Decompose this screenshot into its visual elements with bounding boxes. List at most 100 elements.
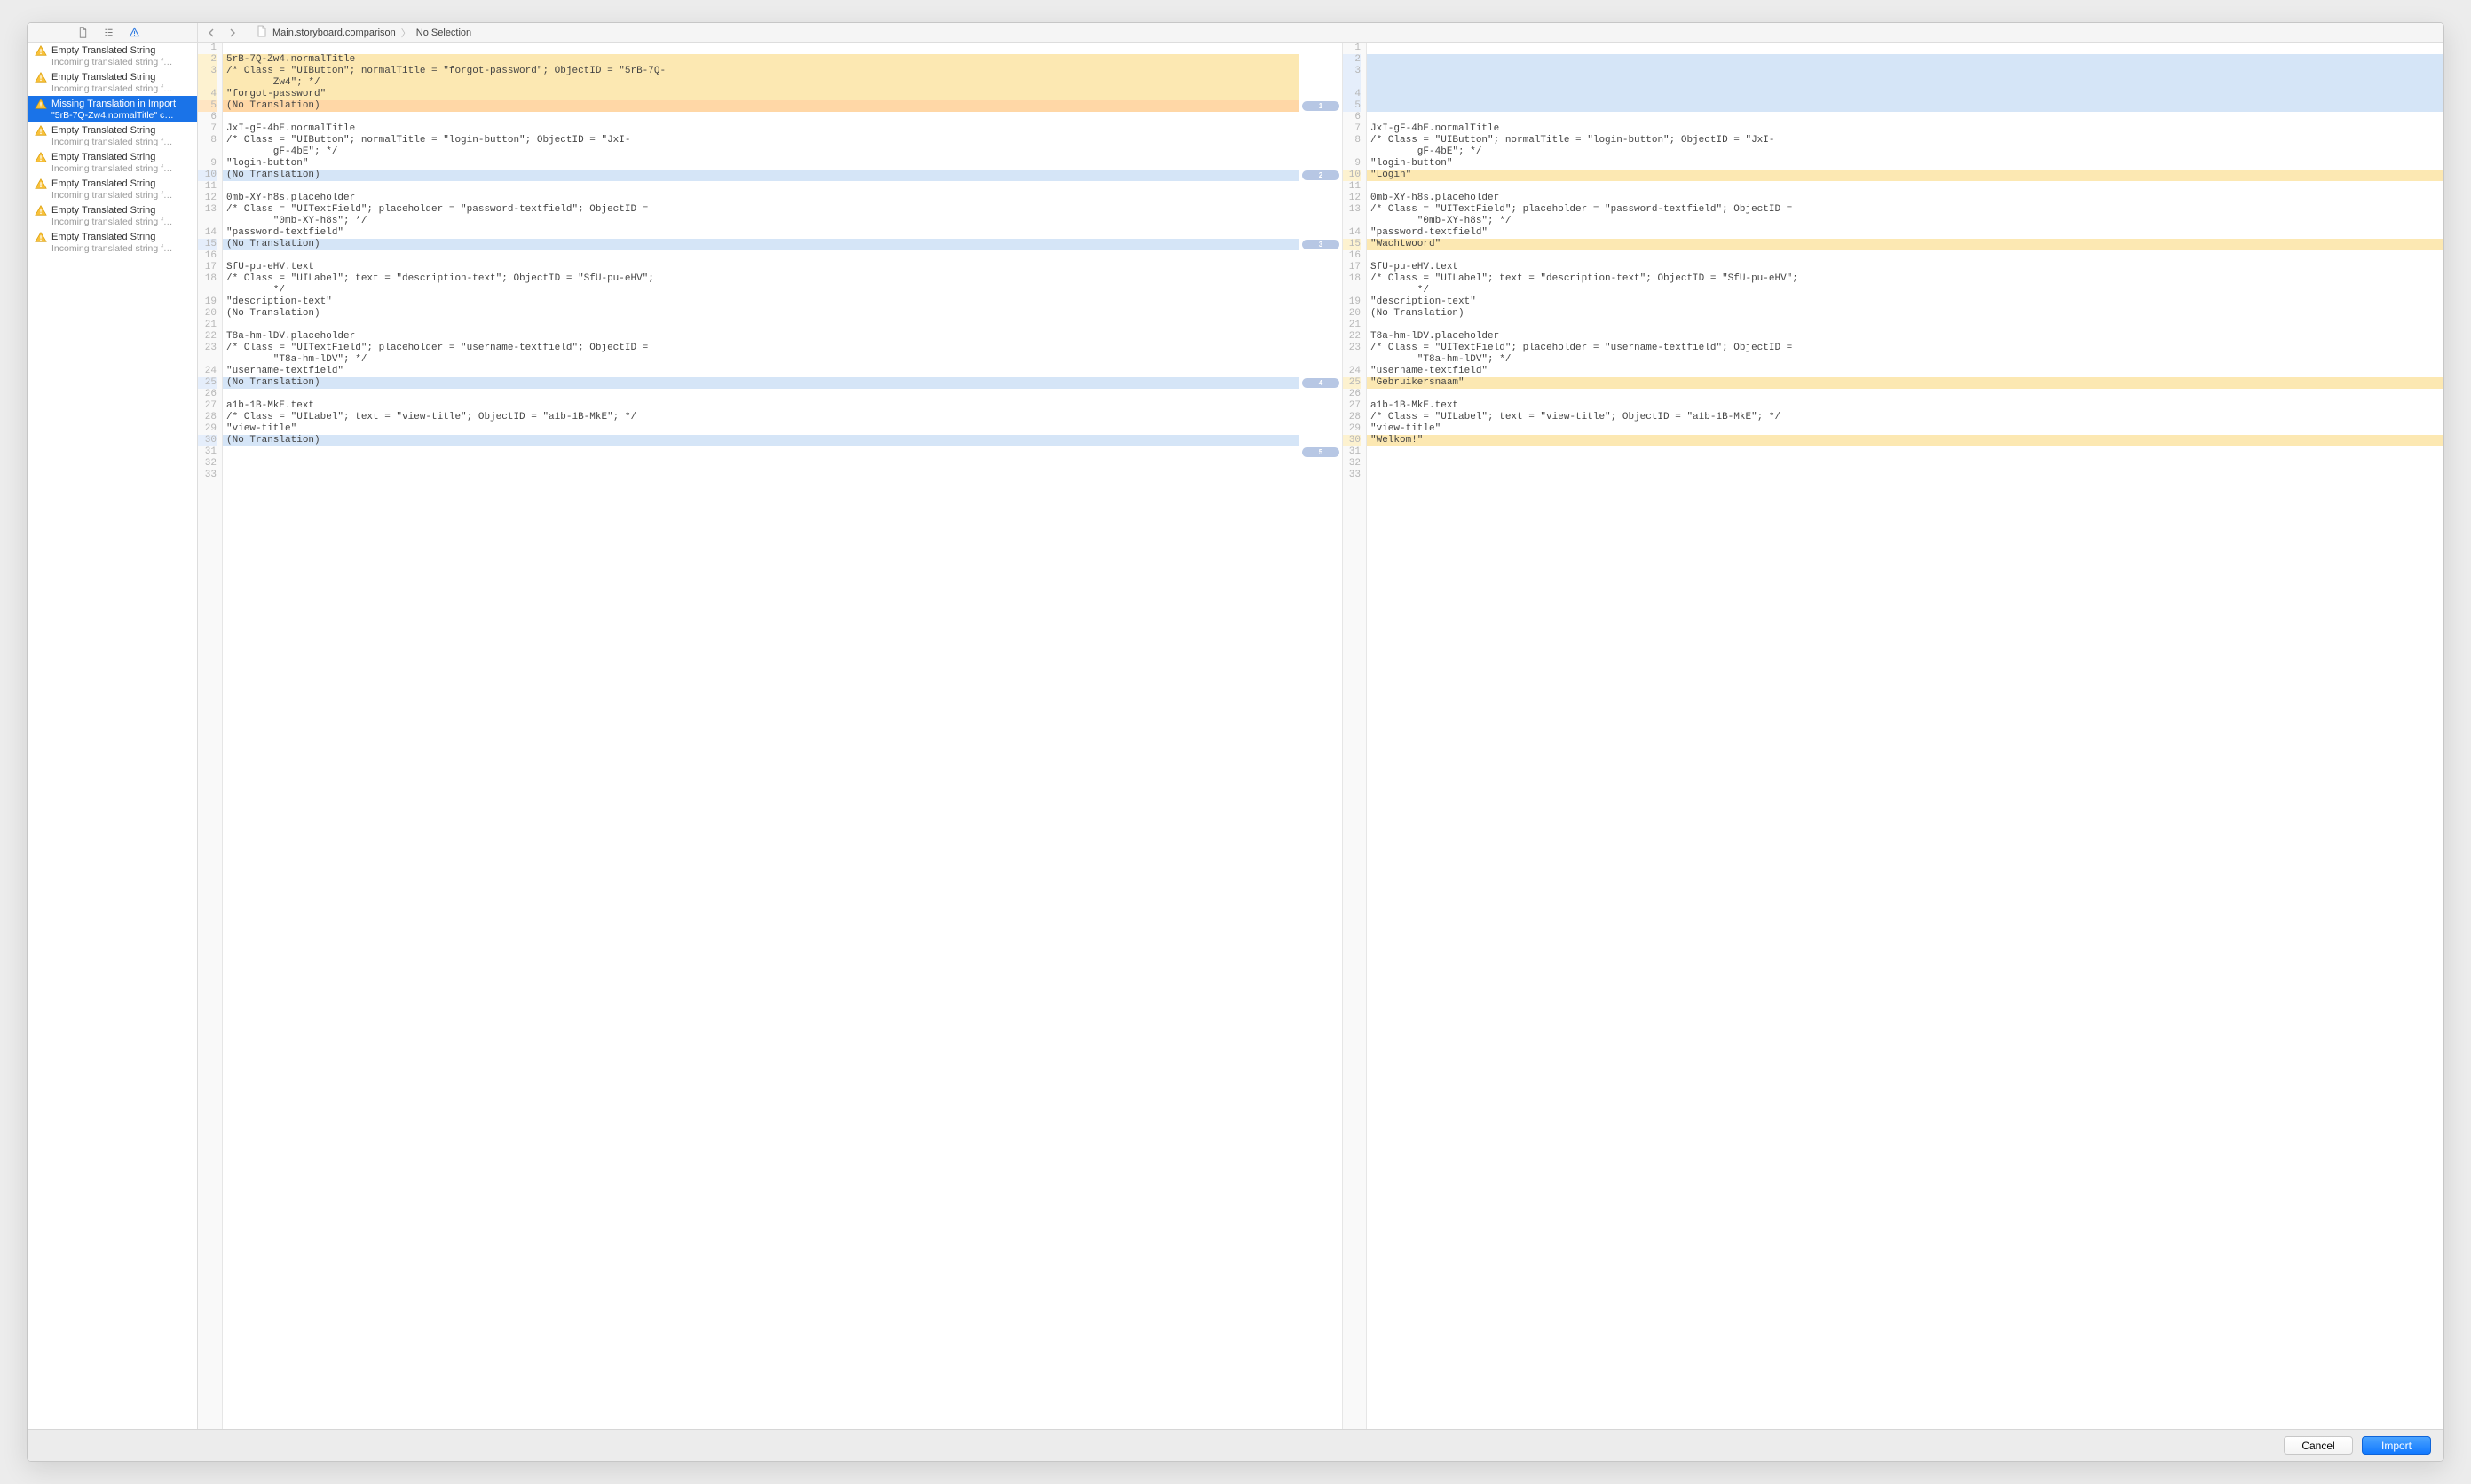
document-icon: [257, 25, 267, 40]
code-line: T8a-hm-lDV.placeholder: [223, 331, 1299, 343]
code-line: "forgot-password": [223, 89, 1299, 100]
issue-item[interactable]: Missing Translation in Import"5rB-7Q-Zw4…: [28, 96, 197, 122]
issues-list: Empty Translated StringIncoming translat…: [28, 43, 197, 1429]
code-line: [1367, 43, 2443, 54]
code-line: [223, 43, 1299, 54]
issue-item[interactable]: Empty Translated StringIncoming translat…: [28, 176, 197, 202]
issues-filter-icon[interactable]: [129, 27, 140, 38]
code-line: /* Class = "UILabel"; text = "view-title…: [1367, 412, 2443, 423]
code-line: [1367, 320, 2443, 331]
code-line: SfU-pu-eHV.text: [1367, 262, 2443, 273]
code-line: "login-button": [223, 158, 1299, 170]
line-number: 26: [1343, 389, 1361, 400]
file-icon[interactable]: [77, 27, 89, 38]
diff-pill[interactable]: 1: [1302, 101, 1339, 111]
issue-item[interactable]: Empty Translated StringIncoming translat…: [28, 43, 197, 69]
code-line: "0mb-XY-h8s"; */: [1367, 216, 2443, 227]
code-line: /* Class = "UITextField"; placeholder = …: [223, 204, 1299, 216]
line-number: 9: [1343, 158, 1361, 170]
issue-title: Empty Translated String: [51, 178, 155, 189]
line-number: [198, 285, 217, 296]
code-line: /* Class = "UILabel"; text = "descriptio…: [1367, 273, 2443, 285]
issue-subtitle: "5rB-7Q-Zw4.normalTitle" c…: [35, 110, 192, 121]
issue-subtitle: Incoming translated string f…: [35, 243, 192, 254]
right-gutter: 1234567891011121314151617181920212223242…: [1342, 43, 1367, 1429]
line-number: 33: [198, 470, 217, 481]
issue-title: Empty Translated String: [51, 72, 155, 83]
code-line: "T8a-hm-lDV"; */: [1367, 354, 2443, 366]
diff-pill[interactable]: 2: [1302, 170, 1339, 180]
code-line: /* Class = "UIButton"; normalTitle = "lo…: [223, 135, 1299, 146]
code-line: [1367, 389, 2443, 400]
line-number: 15: [198, 239, 217, 250]
issue-item[interactable]: Empty Translated StringIncoming translat…: [28, 149, 197, 176]
right-pane: 1234567891011121314151617181920212223242…: [1342, 43, 2443, 1429]
code-line: [223, 389, 1299, 400]
line-number: 24: [1343, 366, 1361, 377]
line-number: 22: [1343, 331, 1361, 343]
line-number: 31: [1343, 446, 1361, 458]
diff-pill[interactable]: 3: [1302, 240, 1339, 249]
code-line: [1367, 446, 2443, 458]
line-number: [1343, 216, 1361, 227]
issue-item[interactable]: Empty Translated StringIncoming translat…: [28, 202, 197, 229]
code-line: "password-textfield": [1367, 227, 2443, 239]
code-line: "0mb-XY-h8s"; */: [223, 216, 1299, 227]
line-number: 13: [1343, 204, 1361, 216]
line-number: 11: [198, 181, 217, 193]
line-number: 21: [198, 320, 217, 331]
line-number: 23: [198, 343, 217, 354]
code-line: */: [223, 285, 1299, 296]
code-line: (No Translation): [223, 100, 1299, 112]
code-line: [1367, 54, 2443, 66]
code-line: JxI-gF-4bE.normalTitle: [1367, 123, 2443, 135]
code-line: "login-button": [1367, 158, 2443, 170]
nav-back-button[interactable]: [205, 26, 219, 40]
code-line: [1367, 89, 2443, 100]
issue-item[interactable]: Empty Translated StringIncoming translat…: [28, 229, 197, 256]
line-number: 32: [198, 458, 217, 470]
comparison-window: Empty Translated StringIncoming translat…: [27, 22, 2444, 1462]
code-line: /* Class = "UITextField"; placeholder = …: [1367, 343, 2443, 354]
cancel-button[interactable]: Cancel: [2284, 1436, 2353, 1455]
code-line: "view-title": [223, 423, 1299, 435]
code-line: "view-title": [1367, 423, 2443, 435]
left-pane: 1234567891011121314151617181920212223242…: [198, 43, 1299, 1429]
line-number: 12: [198, 193, 217, 204]
line-number: 18: [198, 273, 217, 285]
line-number: [1343, 146, 1361, 158]
line-number: 20: [198, 308, 217, 320]
line-number: 14: [198, 227, 217, 239]
diff-pill[interactable]: 5: [1302, 447, 1339, 457]
line-number: 10: [1343, 170, 1361, 181]
diff-pill[interactable]: 4: [1302, 378, 1339, 388]
breadcrumb-selection[interactable]: No Selection: [416, 28, 471, 38]
code-line: "description-text": [1367, 296, 2443, 308]
list-icon[interactable]: [103, 27, 114, 38]
code-line: [223, 458, 1299, 470]
nav-forward-button[interactable]: [225, 26, 239, 40]
issue-item[interactable]: Empty Translated StringIncoming translat…: [28, 69, 197, 96]
left-code[interactable]: 5rB-7Q-Zw4.normalTitle/* Class = "UIButt…: [223, 43, 1299, 1429]
right-code[interactable]: JxI-gF-4bE.normalTitle/* Class = "UIButt…: [1367, 43, 2443, 1429]
code-line: [1367, 77, 2443, 89]
issue-title: Empty Translated String: [51, 152, 155, 162]
breadcrumb-file[interactable]: Main.storyboard.comparison: [272, 28, 396, 38]
issue-item[interactable]: Empty Translated StringIncoming translat…: [28, 122, 197, 149]
line-number: [198, 146, 217, 158]
line-number: [198, 354, 217, 366]
line-number: 22: [198, 331, 217, 343]
import-button[interactable]: Import: [2362, 1436, 2431, 1455]
line-number: 19: [1343, 296, 1361, 308]
issue-subtitle: Incoming translated string f…: [35, 57, 192, 67]
line-number: 15: [1343, 239, 1361, 250]
center-strip: 1 2 3 4 5: [1299, 43, 1342, 1429]
issue-subtitle: Incoming translated string f…: [35, 190, 192, 201]
issue-subtitle: Incoming translated string f…: [35, 163, 192, 174]
line-number: 1: [1343, 43, 1361, 54]
issues-sidebar: Empty Translated StringIncoming translat…: [28, 23, 198, 1429]
code-line: T8a-hm-lDV.placeholder: [1367, 331, 2443, 343]
line-number: [1343, 354, 1361, 366]
line-number: 16: [198, 250, 217, 262]
code-line: SfU-pu-eHV.text: [223, 262, 1299, 273]
